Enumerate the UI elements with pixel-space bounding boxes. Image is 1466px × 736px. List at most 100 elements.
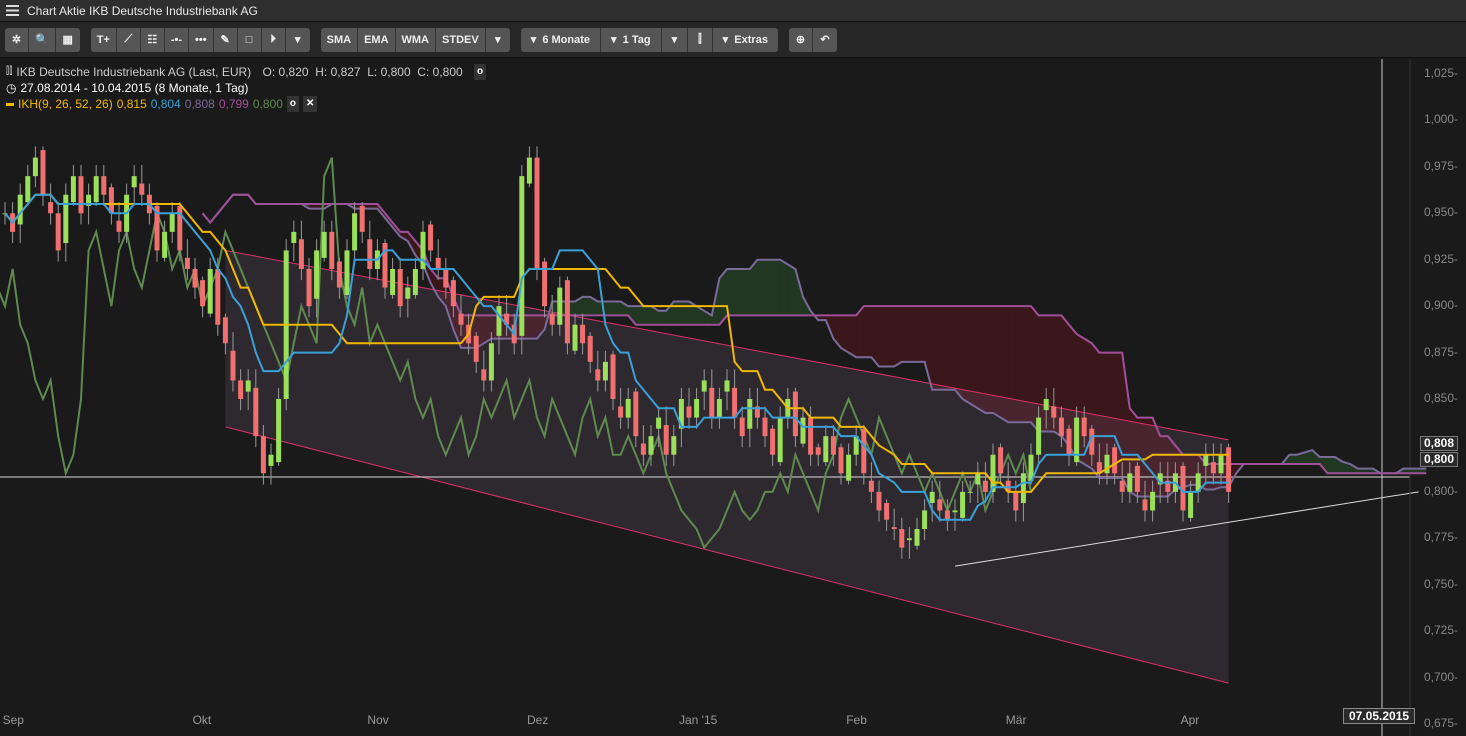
candle-body	[998, 447, 1003, 473]
candle-body	[489, 343, 494, 380]
text-tool-button[interactable]: T+	[91, 28, 117, 52]
candle-body	[732, 388, 737, 418]
ichimoku-cloud-segment	[788, 264, 796, 315]
ikh-value-senkou-a: 0,808	[185, 96, 215, 112]
candle-body	[945, 510, 950, 519]
rectangle-button[interactable]: □	[238, 28, 262, 52]
candle-body	[405, 288, 410, 299]
candle-body	[398, 269, 403, 306]
draw-more-dropdown[interactable]: ▾	[286, 28, 310, 52]
candle-body	[238, 380, 243, 399]
ichimoku-cloud-segment	[963, 306, 971, 404]
candle-body	[641, 444, 646, 455]
sma-button[interactable]: SMA	[321, 28, 358, 52]
candle-body	[649, 436, 654, 455]
fibonacci-tool-button[interactable]: ☷	[141, 28, 165, 52]
chart-type-dropdown[interactable]: ▾	[662, 28, 689, 52]
search-button[interactable]: 🔍	[29, 28, 56, 52]
candle-body	[360, 206, 365, 232]
dotted-line-button[interactable]: •••	[189, 28, 214, 52]
x-tick-label: Apr	[1181, 713, 1200, 727]
candle-body	[861, 429, 866, 474]
ichimoku-cloud-segment	[917, 306, 925, 362]
candle-body	[1112, 447, 1117, 473]
candle-body	[132, 176, 137, 187]
candle-body	[352, 213, 357, 250]
candle-body	[709, 388, 714, 418]
candle-body	[215, 269, 220, 325]
candle-body	[975, 473, 980, 484]
candle-body	[1051, 406, 1056, 417]
instrument-settings-button[interactable]: o	[474, 64, 486, 80]
candle-body	[231, 351, 236, 381]
title-bar: Chart Aktie IKB Deutsche Industriebank A…	[0, 0, 1466, 22]
ichimoku-cloud-segment	[947, 306, 955, 390]
y-tick-label: 0,750-	[1424, 577, 1458, 591]
price-tag-lower: 0,800	[1420, 452, 1458, 467]
horizontal-line-button[interactable]: -•-	[165, 28, 189, 52]
line-tool-button[interactable]: ⟋	[117, 28, 141, 52]
cursor-button[interactable]: ⏵	[262, 28, 286, 52]
candle-body	[801, 418, 806, 444]
ichimoku-cloud-segment	[765, 260, 773, 316]
candle-body	[694, 399, 699, 418]
candle-body	[793, 392, 798, 437]
candle-body	[33, 158, 38, 177]
y-tick-label: 1,000-	[1424, 112, 1458, 126]
period-dropdown[interactable]: ▾ 6 Monate	[521, 28, 601, 52]
candle-body	[968, 492, 973, 493]
candle-body	[185, 258, 190, 269]
candle-body	[808, 418, 813, 455]
candle-body	[269, 455, 274, 466]
clock-icon: ◷	[6, 80, 16, 96]
interval-dropdown[interactable]: ▾ 1 Tag	[601, 28, 662, 52]
extras-dropdown[interactable]: ▾ Extras	[713, 28, 778, 52]
ikh-remove-button[interactable]: ✕	[303, 96, 317, 112]
candle-body	[740, 418, 745, 437]
ema-button[interactable]: EMA	[358, 28, 395, 52]
candle-body	[633, 392, 638, 437]
candle-body	[580, 325, 585, 344]
candle-body	[1120, 481, 1125, 492]
ikh-value-senkou-b: 0,799	[219, 96, 249, 112]
zoom-button[interactable]: ⊕	[789, 28, 813, 52]
undo-button[interactable]: ↶	[813, 28, 837, 52]
candle-body	[527, 158, 532, 184]
indicators-dropdown[interactable]: ▾	[486, 28, 510, 52]
ichimoku-cloud-segment	[1327, 457, 1335, 473]
candle-body	[322, 232, 327, 258]
candlestick-icon[interactable]: ⫿	[688, 28, 713, 52]
candle-body	[329, 232, 334, 269]
candle-body	[846, 455, 851, 481]
stdev-button[interactable]: STDEV	[436, 28, 486, 52]
settings-button[interactable]: ✲	[5, 28, 29, 52]
price-tag-upper: 0,808	[1420, 436, 1458, 451]
candle-body	[1188, 492, 1193, 518]
candle-body	[79, 176, 84, 213]
candle-body	[930, 492, 935, 503]
ichimoku-cloud-segment	[735, 269, 743, 315]
price-chart[interactable]	[0, 59, 1466, 736]
candle-body	[770, 429, 775, 455]
candle-body	[611, 354, 616, 399]
chart-area[interactable]	[0, 59, 1466, 736]
interval-label: 1 Tag	[623, 34, 651, 46]
ichimoku-cloud-segment	[864, 306, 872, 357]
menu-icon[interactable]	[6, 5, 19, 16]
period-label: 6 Monate	[542, 34, 590, 46]
y-tick-label: 0,850-	[1424, 391, 1458, 405]
candle-body	[519, 176, 524, 336]
pencil-button[interactable]: ✎	[214, 28, 238, 52]
candle-body	[960, 492, 965, 518]
candle-body	[56, 213, 61, 250]
candle-body	[588, 336, 593, 362]
wma-button[interactable]: WMA	[396, 28, 437, 52]
candle-body	[428, 224, 433, 250]
candle-body	[41, 150, 46, 195]
ikh-settings-button[interactable]: o	[287, 96, 299, 112]
date-range: 27.08.2014 - 10.04.2015 (8 Monate, 1 Tag…	[20, 80, 248, 96]
candle-body	[474, 336, 479, 362]
layout-button[interactable]: ▦	[56, 28, 80, 52]
candle-body	[892, 527, 897, 529]
candle-body	[869, 481, 874, 492]
